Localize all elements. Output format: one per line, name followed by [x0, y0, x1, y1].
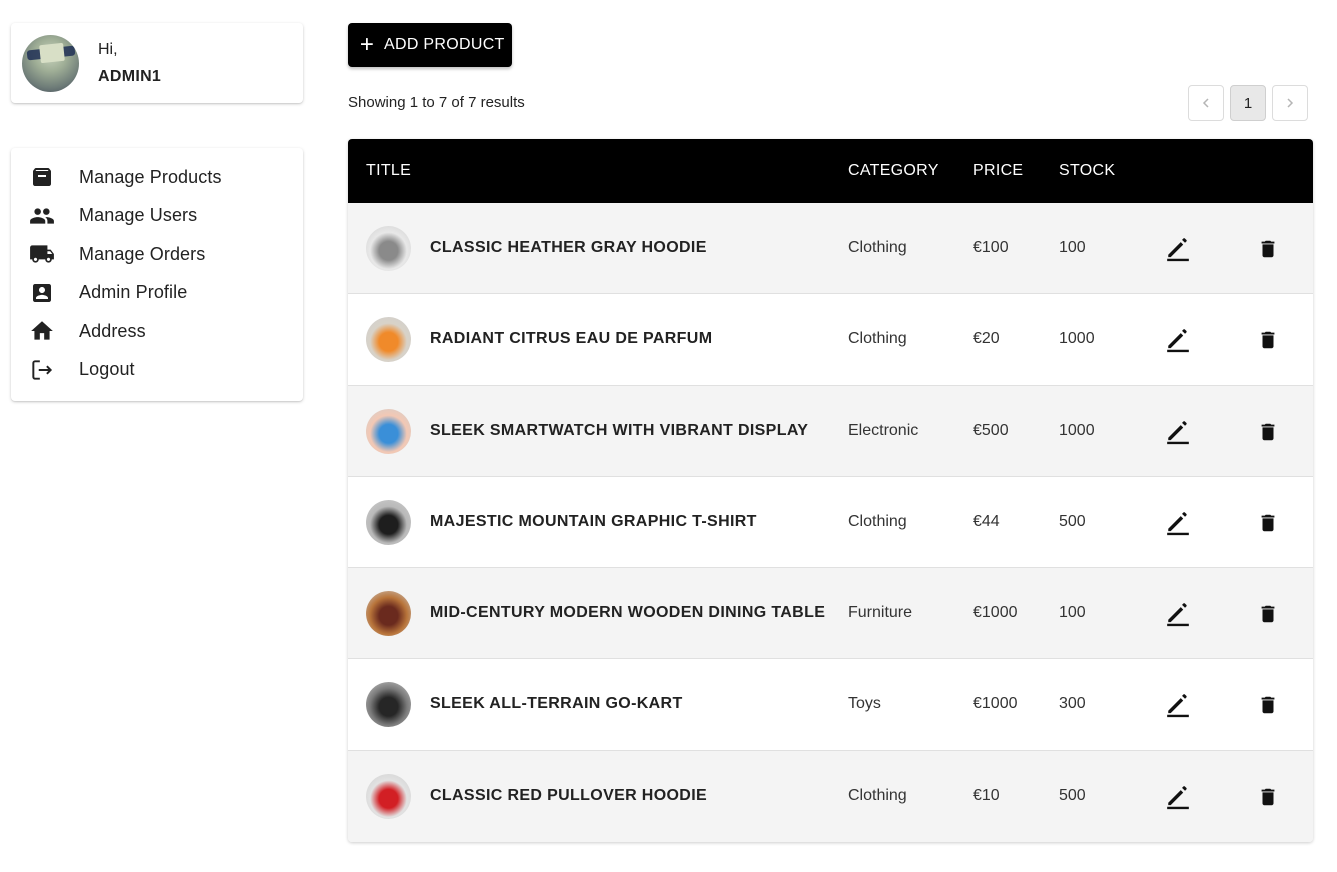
product-stock: 300 — [1059, 695, 1086, 713]
product-thumbnail — [366, 317, 411, 363]
product-stock: 500 — [1059, 512, 1086, 530]
archive-icon — [29, 164, 55, 190]
product-thumbnail — [366, 591, 411, 637]
product-title: MAJESTIC MOUNTAIN GRAPHIC T-SHIRT — [430, 512, 757, 530]
header-category: CATEGORY — [848, 162, 939, 179]
edit-icon[interactable] — [1165, 236, 1191, 262]
people-icon — [29, 203, 55, 229]
product-thumbnail — [366, 408, 411, 454]
sidebar-item-logout[interactable]: Logout — [11, 351, 303, 390]
product-price: €500 — [973, 421, 1009, 439]
home-icon — [29, 318, 55, 344]
edit-icon[interactable] — [1165, 601, 1191, 627]
product-thumbnail — [366, 773, 411, 819]
product-category: Clothing — [848, 330, 907, 348]
product-category: Toys — [848, 695, 881, 713]
sidebar-item-manage-products[interactable]: Manage Products — [11, 158, 303, 197]
delete-icon[interactable] — [1255, 510, 1281, 536]
product-category: Furniture — [848, 604, 913, 622]
product-stock: 100 — [1059, 604, 1086, 622]
delete-icon[interactable] — [1255, 692, 1281, 718]
product-title: SLEEK SMARTWATCH WITH VIBRANT DISPLAY — [430, 421, 809, 439]
delete-icon[interactable] — [1255, 784, 1281, 810]
plus-icon: + — [359, 31, 375, 58]
add-product-label: ADD PRODUCT — [384, 36, 505, 53]
greeting: Hi, ADMIN1 — [98, 36, 161, 90]
product-category: Clothing — [848, 239, 907, 256]
table-row: CLASSIC RED PULLOVER HOODIE Clothing €10 50… — [348, 750, 1313, 842]
header-price: PRICE — [973, 162, 1024, 179]
prev-page-button[interactable] — [1188, 85, 1224, 121]
product-price: €1000 — [973, 695, 1018, 713]
sidebar-item-label: Admin Profile — [79, 282, 188, 303]
truck-icon — [29, 241, 55, 267]
delete-icon[interactable] — [1255, 327, 1281, 353]
product-category: Clothing — [848, 512, 907, 530]
product-price: €44 — [973, 512, 1000, 530]
product-category: Clothing — [848, 786, 907, 804]
product-title: MID-CENTURY MODERN WOODEN DINING TABLE — [430, 604, 826, 622]
product-price: €100 — [973, 239, 1009, 256]
delete-icon[interactable] — [1255, 419, 1281, 445]
product-title: CLASSIC RED PULLOVER HOODIE — [430, 786, 708, 804]
sidebar-item-label: Manage Products — [79, 166, 222, 187]
sidebar-menu: Manage Products Manage Users Manage Orde… — [11, 148, 303, 401]
avatar[interactable] — [22, 34, 79, 92]
header-stock: STOCK — [1059, 162, 1116, 179]
sidebar-item-label: Manage Orders — [79, 243, 206, 264]
edit-icon[interactable] — [1165, 784, 1191, 810]
sidebar-item-admin-profile[interactable]: Admin Profile — [11, 274, 303, 313]
account-box-icon — [29, 280, 55, 306]
username: ADMIN1 — [98, 68, 162, 85]
table-row: MAJESTIC MOUNTAIN GRAPHIC T-SHIRT Clothin… — [348, 476, 1313, 569]
product-stock: 100 — [1059, 239, 1086, 256]
product-category: Electronic — [848, 421, 919, 439]
edit-icon[interactable] — [1165, 692, 1191, 718]
edit-icon[interactable] — [1165, 327, 1191, 353]
edit-icon[interactable] — [1165, 510, 1191, 536]
product-thumbnail — [366, 226, 411, 271]
pagination: 1 — [1188, 85, 1308, 121]
results-count: Showing 1 to 7 of 7 results — [348, 94, 525, 111]
product-stock: 1000 — [1059, 330, 1095, 348]
table-row: SLEEK ALL-TERRAIN GO-KART Toys €1000 300 — [348, 659, 1313, 751]
product-price: €20 — [973, 330, 1000, 348]
profile-card: Hi, ADMIN1 — [11, 23, 303, 103]
greeting-text: Hi, — [98, 41, 118, 58]
sidebar-item-manage-users[interactable]: Manage Users — [11, 197, 303, 236]
chevron-left-icon — [1202, 98, 1209, 108]
table-row: MID-CENTURY MODERN WOODEN DINING TABLE Fu… — [348, 568, 1313, 660]
table-row: SLEEK SMARTWATCH WITH VIBRANT DISPLAY Ele… — [348, 385, 1313, 477]
sidebar-item-address[interactable]: Address — [11, 312, 303, 351]
logout-icon — [29, 357, 55, 383]
product-stock: 500 — [1059, 786, 1086, 804]
edit-icon[interactable] — [1165, 419, 1191, 445]
chevron-right-icon — [1287, 98, 1294, 108]
product-title: CLASSIC HEATHER GRAY HOODIE — [430, 239, 707, 256]
sidebar-item-label: Logout — [79, 359, 135, 380]
table-row: CLASSIC HEATHER GRAY HOODIE Clothing €100 1… — [348, 203, 1313, 295]
products-table: TITLE CATEGORY PRICE STOCK CLASSIC HEATH… — [348, 139, 1313, 842]
sidebar-item-label: Address — [79, 320, 146, 341]
delete-icon[interactable] — [1255, 601, 1281, 627]
delete-icon[interactable] — [1255, 236, 1281, 262]
product-title: SLEEK ALL-TERRAIN GO-KART — [430, 695, 683, 713]
product-stock: 1000 — [1059, 421, 1095, 439]
sidebar-item-label: Manage Users — [79, 205, 198, 226]
product-thumbnail — [366, 499, 411, 545]
product-title: RADIANT CITRUS EAU DE PARFUM — [430, 330, 713, 348]
sidebar-item-manage-orders[interactable]: Manage Orders — [11, 235, 303, 274]
table-header: TITLE CATEGORY PRICE STOCK — [348, 139, 1313, 203]
next-page-button[interactable] — [1272, 85, 1308, 121]
product-thumbnail — [366, 682, 411, 728]
product-price: €10 — [973, 786, 1000, 804]
page-button-1[interactable]: 1 — [1230, 85, 1266, 121]
product-price: €1000 — [973, 604, 1018, 622]
header-title: TITLE — [366, 162, 412, 179]
table-body: CLASSIC HEATHER GRAY HOODIE Clothing €100 1… — [348, 203, 1313, 842]
table-row: RADIANT CITRUS EAU DE PARFUM Clothing €20 1… — [348, 294, 1313, 386]
add-product-button[interactable]: + ADD PRODUCT — [348, 23, 512, 67]
